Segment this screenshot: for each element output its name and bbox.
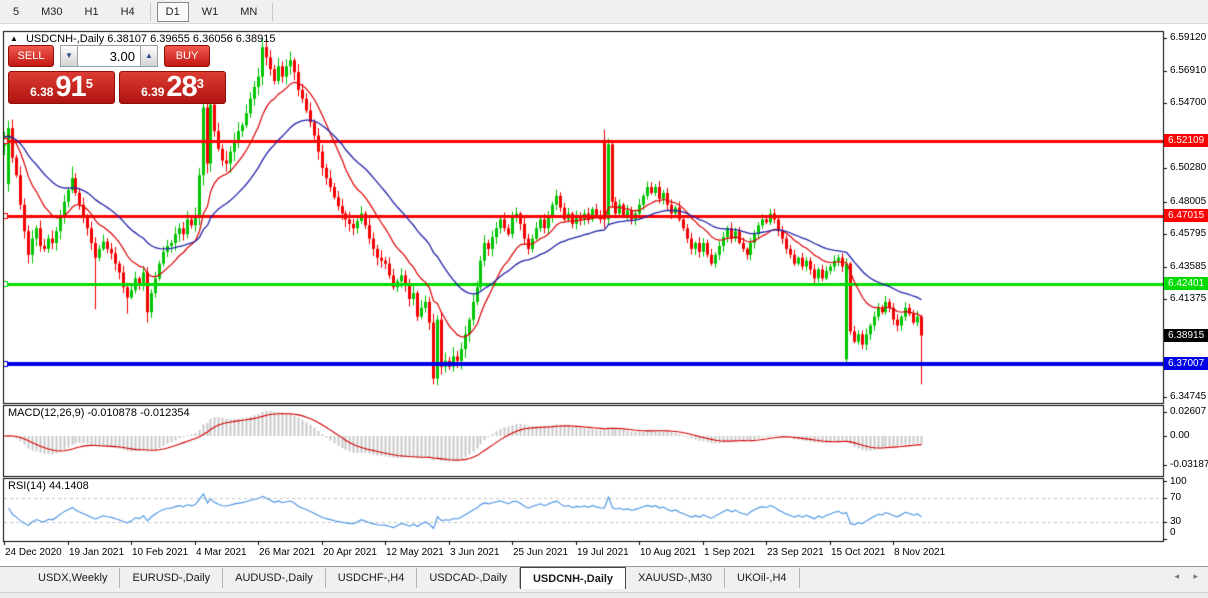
- sell-button[interactable]: SELL: [8, 45, 54, 67]
- volume-input[interactable]: [78, 45, 140, 67]
- chart-tab-bar: USDX,Weekly EURUSD-,Daily AUDUSD-,Daily USD…: [0, 566, 1208, 592]
- sell-price-pips: 91: [55, 71, 86, 103]
- chart-tab-xauusd[interactable]: XAUUSD-,M30: [626, 568, 726, 588]
- chart-tab-usdchf[interactable]: USDCHF-,H4: [326, 568, 418, 588]
- chart-title: ▲ USDCNH-,Daily 6.38107 6.39655 6.36056 …: [10, 33, 276, 45]
- level-price-label: 6.42401: [1164, 277, 1208, 290]
- rsi-axis-tick: 0: [1170, 527, 1176, 538]
- price-axis-tick: 6.56910: [1170, 65, 1207, 76]
- price-axis-tick: 6.50280: [1170, 162, 1207, 173]
- date-axis-label: 25 Jun 2021: [513, 547, 569, 558]
- rsi-indicator-label: RSI(14) 44.1408: [8, 480, 89, 492]
- date-axis-label: 3 Jun 2021: [450, 547, 500, 558]
- current-price-label: 6.38915: [1164, 329, 1208, 342]
- price-axis-tick: 6.45795: [1170, 228, 1207, 239]
- buy-price-pips: 28: [166, 71, 197, 103]
- sell-price-prefix: 6.38: [30, 85, 54, 99]
- collapse-panel-arrow-icon[interactable]: ▲: [10, 34, 18, 43]
- date-axis-label: 19 Jan 2021: [69, 547, 125, 558]
- date-axis-label: 10 Aug 2021: [640, 547, 697, 558]
- chart-tab-ukoil[interactable]: UKOil-,H4: [725, 568, 800, 588]
- chart-symbol-period: USDCNH-,Daily: [25, 33, 105, 45]
- price-axis-tick: 6.34745: [1170, 391, 1207, 402]
- chart-tab-usdx[interactable]: USDX,Weekly: [26, 568, 121, 588]
- price-axis-tick: 6.43585: [1170, 261, 1207, 272]
- level-price-label: 6.47015: [1164, 209, 1208, 222]
- date-axis-label: 10 Feb 2021: [132, 547, 189, 558]
- chart-tab-eurusd[interactable]: EURUSD-,Daily: [120, 568, 224, 588]
- macd-axis-tick: 0.02607: [1170, 406, 1207, 417]
- chart-tab-usdcnh[interactable]: USDCNH-,Daily: [519, 567, 627, 589]
- sell-price-point: 5: [85, 76, 93, 91]
- rsi-axis-tick: 70: [1170, 492, 1182, 503]
- trading-platform-window: 5M30H1H4D1W1MN ▲ USDCNH-,Daily 6.38107 6…: [0, 0, 1208, 598]
- price-axis-tick: 6.48005: [1170, 196, 1207, 207]
- date-axis-label: 24 Dec 2020: [5, 547, 62, 558]
- chart-ohlc-values: 6.38107 6.39655 6.36056 6.38915: [107, 33, 276, 45]
- buy-price-box[interactable]: 6.39 28 3: [119, 71, 226, 104]
- buy-button[interactable]: BUY: [164, 45, 210, 67]
- buy-price-point: 3: [196, 76, 204, 91]
- date-axis-label: 26 Mar 2021: [259, 547, 316, 558]
- macd-indicator-label: MACD(12,26,9) -0.010878 -0.012354: [8, 407, 190, 419]
- macd-axis-tick: -0.031872: [1170, 459, 1208, 470]
- tab-scroll-arrows[interactable]: ◂ ▸: [1174, 571, 1204, 582]
- date-axis-label: 12 May 2021: [386, 547, 444, 558]
- chart-tab-audusd[interactable]: AUDUSD-,Daily: [223, 568, 326, 588]
- date-axis-label: 19 Jul 2021: [577, 547, 629, 558]
- volume-decrease-button[interactable]: ▼: [60, 45, 78, 67]
- date-axis-label: 1 Sep 2021: [704, 547, 756, 558]
- level-price-label: 6.37007: [1164, 357, 1208, 370]
- buy-price-prefix: 6.39: [141, 85, 165, 99]
- status-bar: [0, 592, 1208, 598]
- price-axis-tick: 6.59120: [1170, 32, 1207, 43]
- sell-price-box[interactable]: 6.38 91 5: [8, 71, 115, 104]
- macd-axis-tick: 0.00: [1170, 430, 1190, 441]
- date-axis-label: 20 Apr 2021: [323, 547, 377, 558]
- date-axis-label: 23 Sep 2021: [767, 547, 824, 558]
- one-click-trading-panel: SELL ▼ ▲ BUY 6.38 91 5 6.39 28 3: [8, 45, 226, 104]
- rsi-axis-tick: 100: [1170, 476, 1187, 487]
- rsi-axis-tick: 30: [1170, 516, 1182, 527]
- level-price-label: 6.52109: [1164, 134, 1208, 147]
- volume-increase-button[interactable]: ▲: [140, 45, 158, 67]
- price-axis-tick: 6.41375: [1170, 293, 1207, 304]
- price-axis-tick: 6.54700: [1170, 97, 1207, 108]
- date-axis-label: 4 Mar 2021: [196, 547, 247, 558]
- date-axis-label: 8 Nov 2021: [894, 547, 946, 558]
- date-axis-label: 15 Oct 2021: [831, 547, 886, 558]
- chart-tab-usdcad[interactable]: USDCAD-,Daily: [417, 568, 520, 588]
